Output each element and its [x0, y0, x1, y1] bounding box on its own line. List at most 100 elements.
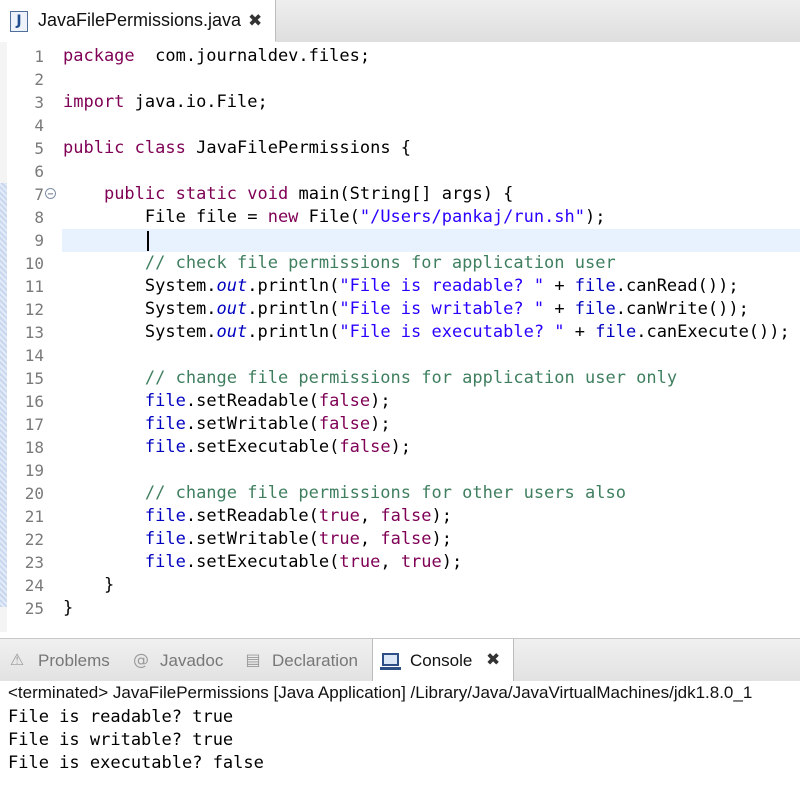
code-line-16[interactable]: 16 file.setReadable(false); — [0, 390, 800, 413]
tab-console[interactable]: Console ✖ — [372, 639, 514, 681]
code-line-22[interactable]: 22 file.setWritable(true, false); — [0, 528, 800, 551]
tab-javadoc[interactable]: @ Javadoc — [124, 639, 236, 681]
code-text: file.setReadable(true, false); — [63, 505, 452, 528]
line-number: 21 — [24, 507, 44, 526]
line-number: 8 — [34, 208, 44, 227]
code-token: .println( — [247, 299, 340, 319]
code-token: // change file permissions for other use… — [144, 483, 626, 503]
code-line-9[interactable]: 9 — [0, 229, 800, 252]
views-tab-bar: ⚠ Problems @ Javadoc ▤ Declaration Console ✖ — [0, 638, 800, 682]
code-token: void — [247, 184, 289, 204]
fold-toggle-icon[interactable]: − — [45, 188, 56, 200]
code-token: true — [318, 529, 360, 549]
line-number: 4 — [34, 116, 44, 135]
code-token: , — [359, 506, 381, 526]
code-line-13[interactable]: 13 System.out.println("File is executabl… — [0, 321, 800, 344]
code-line-21[interactable]: 21 file.setReadable(true, false); — [0, 505, 800, 528]
declaration-icon: ▤ — [245, 650, 261, 669]
code-token: file — [574, 299, 616, 319]
code-token: File file = — [63, 207, 268, 227]
close-icon[interactable]: ✖ — [248, 11, 262, 31]
editor-tab[interactable]: J JavaFilePermissions.java ✖ — [0, 0, 276, 42]
line-number: 17 — [24, 415, 44, 434]
console-panel[interactable]: <terminated> JavaFilePermissions [Java A… — [0, 681, 800, 785]
code-text: public class JavaFilePermissions { — [63, 137, 411, 160]
line-number: 12 — [24, 300, 44, 319]
code-token: public — [103, 184, 166, 204]
view-tab-label: Console — [410, 651, 473, 670]
code-token: .canWrite()); — [615, 299, 749, 319]
code-line-2[interactable]: 2 — [0, 68, 800, 91]
code-token: file — [144, 437, 186, 457]
code-text: System.out.println("File is readable? " … — [63, 275, 739, 298]
close-icon[interactable]: ✖ — [486, 650, 500, 670]
code-token: new — [267, 207, 299, 227]
code-token: file — [595, 322, 637, 342]
code-token: package — [63, 46, 135, 66]
code-token: ); — [390, 437, 412, 457]
code-line-5[interactable]: 5 public class JavaFilePermissions { — [0, 137, 800, 160]
code-line-15[interactable]: 15 // change file permissions for applic… — [0, 367, 800, 390]
code-text: import java.io.File; — [63, 91, 268, 114]
code-token: File( — [298, 207, 360, 227]
code-line-1[interactable]: 1 package com.journaldev.files; — [0, 45, 800, 68]
code-line-6[interactable]: 6 — [0, 160, 800, 183]
code-line-12[interactable]: 12 System.out.println("File is writable?… — [0, 298, 800, 321]
code-line-24[interactable]: 24 } — [0, 574, 800, 597]
code-token: System. — [63, 276, 217, 296]
code-line-11[interactable]: 11 System.out.println("File is readable?… — [0, 275, 800, 298]
code-editor[interactable]: 1 package com.journaldev.files; 2 3 import j… — [0, 42, 800, 632]
line-number: 10 — [24, 254, 44, 273]
code-line-7[interactable]: 7− public static void main(String[] args… — [0, 183, 800, 206]
code-text: } — [63, 597, 73, 620]
code-token: // check file permissions for applicatio… — [144, 253, 616, 273]
line-number: 7 — [34, 185, 44, 204]
code-token: false — [380, 529, 432, 549]
code-token: System. — [63, 322, 217, 342]
code-token: false — [339, 437, 391, 457]
editor-tab-title: JavaFilePermissions.java — [38, 10, 242, 30]
code-token: java.io.File; — [124, 92, 268, 112]
code-token: out — [216, 299, 248, 319]
code-line-20[interactable]: 20 // change file permissions for other … — [0, 482, 800, 505]
tab-problems[interactable]: ⚠ Problems — [0, 639, 122, 681]
code-line-19[interactable]: 19 — [0, 459, 800, 482]
code-token: public — [63, 138, 125, 158]
code-line-18[interactable]: 18 file.setExecutable(false); — [0, 436, 800, 459]
code-line-8[interactable]: 8 File file = new File("/Users/pankaj/ru… — [0, 206, 800, 229]
editor-tab-bar: J JavaFilePermissions.java ✖ — [0, 0, 800, 43]
code-line-25[interactable]: 25} — [0, 597, 800, 620]
line-number: 23 — [24, 553, 44, 572]
code-token: true — [339, 552, 381, 572]
code-text: System.out.println("File is executable? … — [63, 321, 790, 344]
line-number: 15 — [24, 369, 44, 388]
code-line-14[interactable]: 14 — [0, 344, 800, 367]
code-line-10[interactable]: 10 // check file permissions for applica… — [0, 252, 800, 275]
code-line-23[interactable]: 23 file.setExecutable(true, true); — [0, 551, 800, 574]
code-token: true — [400, 552, 442, 572]
line-number: 20 — [24, 484, 44, 503]
code-text: // check file permissions for applicatio… — [63, 252, 616, 275]
code-token: .setWritable( — [185, 414, 319, 434]
code-text: file.setWritable(true, false); — [63, 528, 452, 551]
code-line-3[interactable]: 3 import java.io.File; — [0, 91, 800, 114]
code-line-4[interactable]: 4 — [0, 114, 800, 137]
code-token: ); — [431, 506, 453, 526]
code-token: "/Users/pankaj/run.sh" — [359, 207, 586, 227]
line-number: 18 — [24, 438, 44, 457]
tab-declaration[interactable]: ▤ Declaration — [238, 639, 370, 681]
line-number: 25 — [24, 599, 44, 618]
code-token: file — [144, 391, 186, 411]
code-token: com.journaldev.files; — [134, 46, 371, 66]
code-line-17[interactable]: 17 file.setWritable(false); — [0, 413, 800, 436]
